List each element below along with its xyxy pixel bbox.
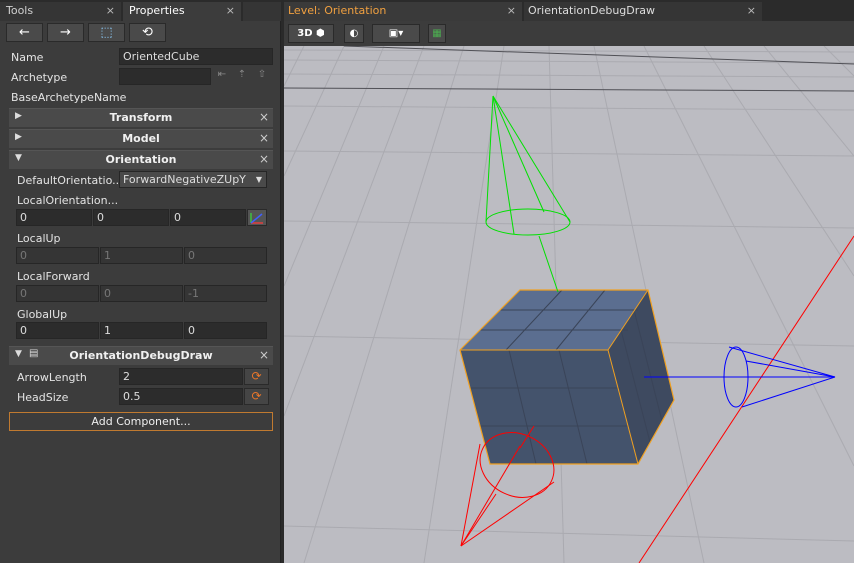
section-debugdraw-title: OrientationDebugDraw (69, 349, 213, 362)
camera-button[interactable]: ▣▾ (372, 24, 420, 43)
add-component-button[interactable]: Add Component... (9, 412, 273, 431)
scene-canvas[interactable] (284, 46, 854, 563)
section-orientation-debug-draw[interactable]: ▼ ▤ OrientationDebugDraw × (9, 346, 273, 365)
local-forward-x: 0 (16, 285, 99, 302)
history-button[interactable]: ⟲ (129, 23, 166, 42)
reset-icon: ⟳ (251, 389, 262, 403)
name-row: Name OrientedCube (0, 48, 281, 68)
section-transform[interactable]: ▶ Transform × (9, 108, 273, 127)
axes-icon (250, 213, 263, 224)
close-icon[interactable]: × (259, 131, 269, 145)
tab-orientation-debug-draw[interactable]: OrientationDebugDraw × (524, 2, 762, 21)
view-mode-button[interactable]: 3D ⬢ (288, 24, 334, 43)
name-label: Name (11, 51, 44, 64)
local-orientation-x[interactable]: 0 (16, 209, 92, 226)
section-model-title: Model (122, 132, 160, 145)
reset-head-size-button[interactable]: ⟳ (244, 388, 269, 405)
archetype-row: Archetype ⇤ ⇡ ⇧ (0, 68, 281, 88)
archetype-label: Archetype (11, 71, 68, 84)
default-orientation-label: DefaultOrientatio... (17, 174, 123, 187)
section-transform-title: Transform (109, 111, 173, 124)
cube-icon: ⬢ (316, 28, 325, 39)
properties-panel: Tools × Properties × ← → ⬚ ⟲ Name Orient… (0, 0, 281, 563)
archetype-field[interactable] (119, 68, 211, 85)
left-tab-bar: Tools × Properties × (0, 0, 281, 21)
grid-toggle-button[interactable]: ▦ (428, 24, 446, 43)
view-mode-label: 3D (297, 28, 313, 39)
local-orientation-label: LocalOrientation... (17, 194, 119, 207)
upload-icon[interactable]: ⇧ (253, 69, 271, 84)
upload-archetype-icon[interactable]: ⇡ (233, 69, 251, 84)
back-button[interactable]: ← (6, 23, 43, 42)
arrow-right-icon: → (60, 25, 71, 40)
default-orientation-select[interactable]: ForwardNegativeZUpY ▼ (119, 171, 267, 188)
nav-toolbar: ← → ⬚ ⟲ (0, 22, 281, 44)
section-model[interactable]: ▶ Model × (9, 129, 273, 148)
local-orientation-y[interactable]: 0 (93, 209, 169, 226)
base-archetype-label: BaseArchetypeName (11, 91, 127, 104)
reset-arrow-length-button[interactable]: ⟳ (244, 368, 269, 385)
select-icon: ⬚ (100, 25, 113, 40)
section-orientation-title: Orientation (105, 153, 177, 166)
section-orientation[interactable]: ▼ Orientation × (9, 150, 273, 169)
base-archetype-row: BaseArchetypeName (0, 88, 281, 108)
arrow-left-icon: ← (19, 25, 30, 40)
close-icon[interactable]: × (106, 2, 115, 19)
forward-button[interactable]: → (47, 23, 84, 42)
local-up-label: LocalUp (17, 232, 61, 245)
local-forward-z: -1 (184, 285, 267, 302)
close-icon[interactable]: × (507, 2, 516, 19)
close-icon[interactable]: × (226, 2, 235, 19)
shading-icon: ◐ (349, 28, 359, 39)
chevron-down-icon: ▼ (255, 175, 262, 184)
arrow-length-label: ArrowLength (17, 371, 87, 384)
tab-level-orientation[interactable]: Level: Orientation × (284, 2, 522, 21)
name-field[interactable]: OrientedCube (119, 48, 273, 65)
tab-level-label: Level: Orientation (288, 4, 387, 17)
global-up-z[interactable]: 0 (184, 322, 267, 339)
tab-tools[interactable]: Tools × (0, 2, 121, 21)
tab-debugdraw-label: OrientationDebugDraw (528, 4, 656, 17)
reset-icon: ⟳ (251, 369, 262, 383)
arrow-length-field[interactable]: 2 (119, 368, 243, 385)
global-up-label: GlobalUp (17, 308, 68, 321)
tab-properties[interactable]: Properties × (123, 2, 241, 21)
tab-tools-label: Tools (6, 4, 34, 17)
local-forward-label: LocalForward (17, 270, 90, 283)
global-up-x[interactable]: 0 (16, 322, 99, 339)
close-icon[interactable]: × (747, 2, 756, 19)
camera-icon: ▣▾ (388, 28, 404, 39)
head-size-field[interactable]: 0.5 (119, 388, 243, 405)
close-icon[interactable]: × (259, 152, 269, 166)
viewport-toolbar: 3D ⬢ ◐ ▣▾ ▦ (284, 21, 854, 46)
tab-properties-label: Properties (129, 4, 185, 17)
history-icon: ⟲ (142, 25, 153, 40)
close-icon[interactable]: × (259, 348, 269, 362)
grid-icon: ▦ (432, 28, 442, 39)
default-orientation-value: ForwardNegativeZUpY (123, 173, 246, 186)
local-forward-y: 0 (100, 285, 183, 302)
head-size-label: HeadSize (17, 391, 69, 404)
local-up-x: 0 (16, 247, 99, 264)
local-orientation-z[interactable]: 0 (170, 209, 246, 226)
global-up-y[interactable]: 1 (100, 322, 183, 339)
close-icon[interactable]: × (259, 110, 269, 124)
local-up-z: 0 (184, 247, 267, 264)
revert-icon[interactable]: ⇤ (213, 69, 231, 84)
tab-overflow (243, 2, 281, 21)
level-viewport: Level: Orientation × OrientationDebugDra… (284, 0, 854, 563)
local-up-y: 1 (100, 247, 183, 264)
render-mode-button[interactable]: ◐ (344, 24, 364, 43)
view-tab-bar: Level: Orientation × OrientationDebugDra… (284, 0, 854, 21)
select-object-button[interactable]: ⬚ (88, 23, 125, 42)
rotation-gizmo-icon[interactable] (247, 209, 267, 226)
